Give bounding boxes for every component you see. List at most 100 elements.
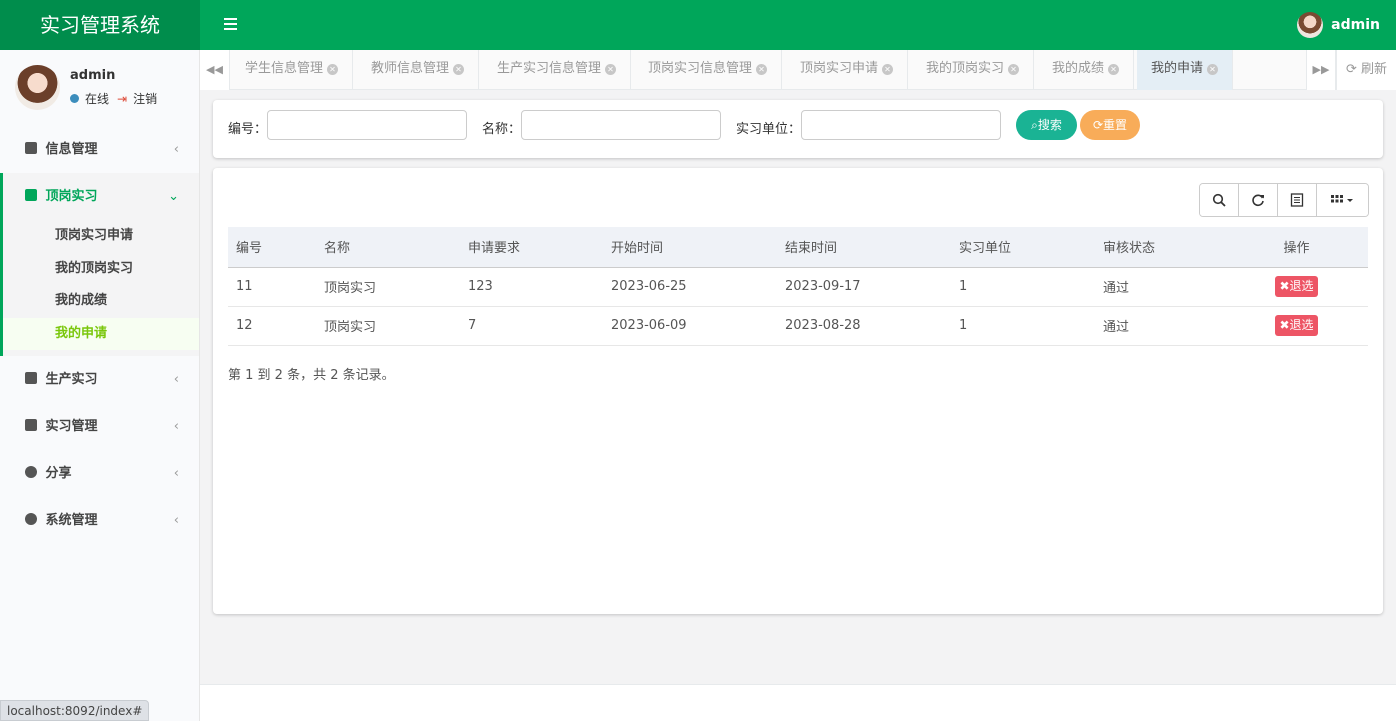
user-menu[interactable]: admin [1297,12,1380,38]
columns-icon [1330,195,1353,203]
search-panel: 编号： 名称： 实习单位： ⌕搜索 ⟳重置 [213,100,1383,158]
refresh-button[interactable]: ⟳ 刷新 [1336,50,1396,90]
name-search-input[interactable] [521,110,721,140]
comment-icon [25,466,37,478]
app-title: 实习管理系统 [0,0,200,50]
table-cell: 1 [951,306,1095,346]
menu-toggle-icon[interactable] [224,15,242,35]
tab-scroll-right-icon[interactable]: ▶▶ [1306,50,1336,90]
sign-out-icon[interactable]: ⇥ [117,92,127,106]
column-header[interactable]: 开始时间 [603,227,777,268]
tab-production-internship-info[interactable]: 生产实习信息管理 ✕ [483,50,632,90]
sidebar-item-production-internship[interactable]: 生产实习 ‹ [0,356,199,403]
sidebar-item-internship[interactable]: 顶岗实习 ⌄ [3,173,199,220]
table-cell: 7 [460,306,603,346]
submenu-item-apply[interactable]: 顶岗实习申请 [3,220,199,253]
tab-scroll-left-icon[interactable]: ◀◀ [200,50,230,90]
close-icon[interactable]: ✕ [756,64,768,75]
column-header: 操作 [1225,227,1368,268]
search-button[interactable]: ⌕搜索 [1016,110,1077,140]
sidebar-item-label: 信息管理 [45,142,98,157]
table-cell: 2023-06-09 [603,306,777,346]
sidebar-item-system-management[interactable]: 系统管理 ‹ [0,497,199,544]
submenu-item-my-internship[interactable]: 我的顶岗实习 [3,253,199,286]
withdraw-button[interactable]: ✖退选 [1275,276,1318,297]
tab-placement-internship-info[interactable]: 顶岗实习信息管理 ✕ [634,50,783,90]
sidebar: admin 在线 ⇥ 注销 信息管理 ‹ 顶岗实习 ⌄ 顶岗实习申请 我的顶岗实… [0,50,200,721]
id-search-input[interactable] [267,110,467,140]
column-header[interactable]: 实习单位 [951,227,1095,268]
tab-label: 我的申请 [1151,61,1204,76]
submenu-item-my-grades[interactable]: 我的成绩 [3,285,199,318]
gear-icon [25,513,37,525]
column-header[interactable]: 结束时间 [777,227,951,268]
column-header[interactable]: 审核状态 [1095,227,1225,268]
close-icon[interactable]: ✕ [1108,64,1120,75]
table-cell: 通过 [1095,267,1225,307]
tab-my-placement[interactable]: 我的顶岗实习 ✕ [912,50,1035,90]
sidebar-item-label: 分享 [45,466,72,481]
toggle-view-button[interactable] [1278,184,1317,216]
tab-label: 我的成绩 [1052,61,1105,76]
column-header[interactable]: 申请要求 [460,227,603,268]
status-bar-url: localhost:8092/index# [0,700,150,721]
search-icon [1212,193,1226,207]
sidebar-item-label: 系统管理 [45,513,98,528]
tab-label: 生产实习信息管理 [497,61,602,76]
tab-my-grades[interactable]: 我的成绩 ✕ [1038,50,1135,90]
table-cell: 2023-06-25 [603,267,777,307]
tab-teacher-info[interactable]: 教师信息管理 ✕ [357,50,480,90]
withdraw-button[interactable]: ✖退选 [1275,315,1318,336]
column-header[interactable]: 编号 [228,227,316,268]
tab-student-info[interactable]: 学生信息管理 ✕ [231,50,354,90]
action-cell: ✖退选 [1225,267,1368,307]
tab-bar: ◀◀ 学生信息管理 ✕ 教师信息管理 ✕ 生产实习信息管理 ✕ 顶岗实习信息管理 ✕ 顶… [200,50,1396,90]
table-cell: 123 [460,267,603,307]
company-label: 实习单位： [736,122,802,137]
chevron-down-icon: ⌄ [168,189,179,204]
tab-placement-apply[interactable]: 顶岗实习申请 ✕ [786,50,909,90]
chevron-left-icon: ‹ [173,372,179,387]
submenu-internship: 顶岗实习申请 我的顶岗实习 我的成绩 我的申请 [3,220,199,356]
column-header[interactable]: 名称 [316,227,460,268]
close-icon[interactable]: ✕ [1207,64,1219,75]
sidebar-menu: 信息管理 ‹ 顶岗实习 ⌄ 顶岗实习申请 我的顶岗实习 我的成绩 我的申请 生产… [0,126,199,544]
withdraw-label: 退选 [1289,318,1314,332]
reset-button[interactable]: ⟳重置 [1080,110,1140,140]
close-icon[interactable]: ✕ [605,64,617,75]
name-label: 名称： [482,122,522,137]
columns-dropdown-button[interactable] [1317,184,1368,216]
table-cell: 12 [228,306,316,346]
applications-table: 编号 名称 申请要求 开始时间 结束时间 实习单位 审核状态 操作 11 顶岗实… [228,227,1368,346]
reset-button-label: 重置 [1103,118,1128,132]
refresh-table-button[interactable] [1239,184,1278,216]
chevron-left-icon: ‹ [173,466,179,481]
refresh-label: 刷新 [1361,62,1388,77]
id-card-icon [25,189,37,201]
toggle-search-button[interactable] [1200,184,1239,216]
withdraw-label: 退选 [1289,279,1314,293]
table-cell: 通过 [1095,306,1225,346]
close-icon[interactable]: ✕ [453,64,465,75]
close-icon[interactable]: ✕ [327,64,339,75]
sidebar-item-info-management[interactable]: 信息管理 ‹ [0,126,199,173]
close-icon[interactable]: ✕ [1008,64,1020,75]
table-row: 11 顶岗实习 123 2023-06-25 2023-09-17 1 通过 ✖… [228,267,1368,307]
close-icon[interactable]: ✕ [882,64,894,75]
username: admin [1331,17,1380,33]
sidebar-item-internship-management[interactable]: 实习管理 ‹ [0,403,199,450]
chevron-left-icon: ‹ [173,419,179,434]
user-panel: admin 在线 ⇥ 注销 [0,50,199,126]
table-cell: 顶岗实习 [316,306,460,346]
table-row: 12 顶岗实习 7 2023-06-09 2023-08-28 1 通过 ✖退选 [228,306,1368,346]
sidebar-item-label: 生产实习 [45,372,98,387]
tab-label: 教师信息管理 [371,61,450,76]
sidebar-item-share[interactable]: 分享 ‹ [0,450,199,497]
company-search-input[interactable] [801,110,1001,140]
sidebar-item-label: 实习管理 [45,419,98,434]
tab-label: 顶岗实习信息管理 [648,61,753,76]
submenu-item-my-applications[interactable]: 我的申请 [3,317,199,350]
action-cell: ✖退选 [1225,306,1368,346]
logout-link[interactable]: 注销 [133,90,157,107]
tab-my-applications[interactable]: 我的申请 ✕ [1137,50,1234,90]
